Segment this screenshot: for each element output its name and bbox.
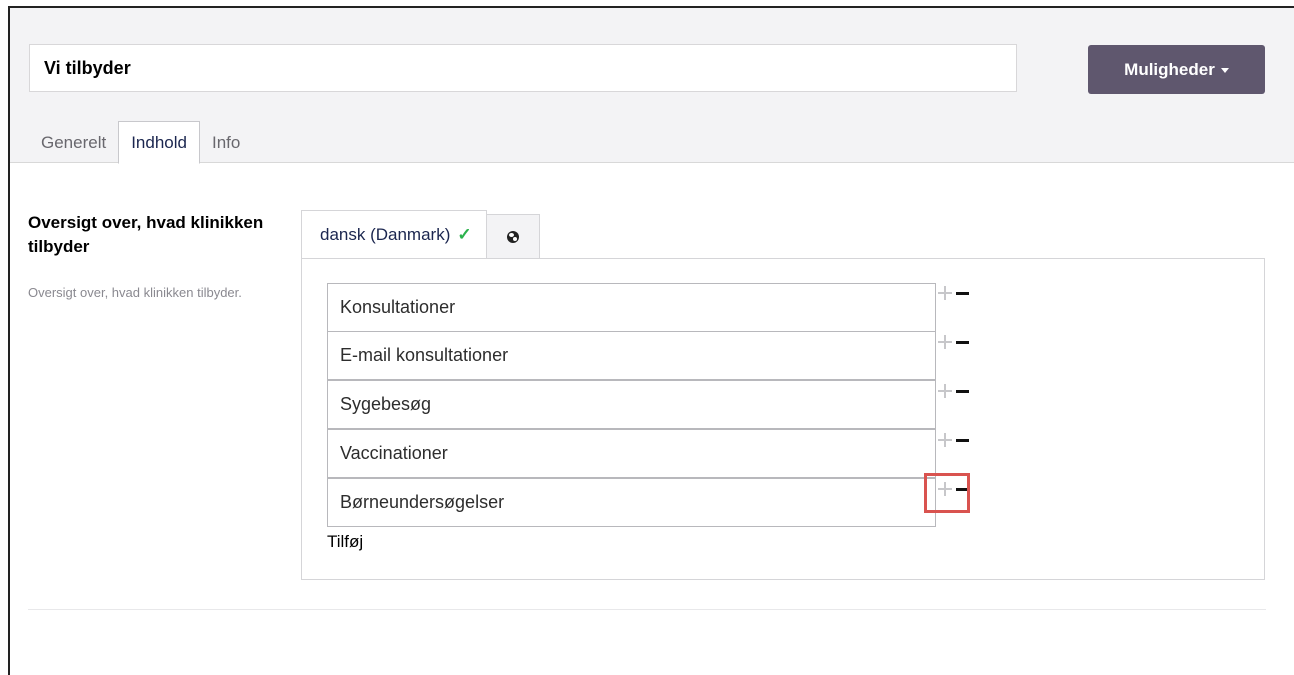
item-input[interactable]: Sygebesøg — [327, 380, 936, 429]
title-input[interactable]: Vi tilbyder — [29, 44, 1017, 92]
tab-info[interactable]: Info — [200, 122, 252, 163]
tab-indhold[interactable]: Indhold — [118, 121, 200, 164]
list-item: Sygebesøg — [327, 380, 969, 430]
language-tab-all[interactable] — [486, 214, 540, 258]
list-item: E-mail konsultationer — [327, 331, 969, 381]
list-item: Børneundersøgelser — [327, 473, 970, 528]
remove-icon[interactable] — [956, 439, 969, 442]
field-label: Oversigt over, hvad klinikken tilbyder — [28, 213, 264, 256]
item-input[interactable]: Vaccinationer — [327, 429, 936, 478]
remove-icon[interactable] — [956, 341, 969, 344]
remove-icon[interactable] — [956, 292, 969, 295]
move-icon[interactable] — [938, 384, 952, 398]
check-icon: ✓ — [457, 224, 472, 244]
highlight-box — [924, 473, 970, 513]
page-frame: Vi tilbyder Muligheder Generelt Indhold … — [8, 6, 1294, 675]
language-tabs: dansk (Danmark) ✓ — [301, 210, 540, 258]
field-description: Oversigt over, hvad klinikken tilbyder. — [28, 285, 242, 300]
item-list: Konsultationer E-mail konsultationer Syg… — [327, 283, 970, 528]
options-dropdown-button[interactable]: Muligheder — [1088, 45, 1265, 94]
move-icon[interactable] — [938, 335, 952, 349]
item-input[interactable]: Konsultationer — [327, 283, 936, 332]
tab-generelt[interactable]: Generelt — [29, 122, 118, 163]
language-tab-label: dansk (Danmark) — [320, 224, 451, 244]
content-box: Konsultationer E-mail konsultationer Syg… — [301, 258, 1265, 580]
header-area: Vi tilbyder Muligheder Generelt Indhold … — [10, 8, 1294, 164]
language-tab-danish[interactable]: dansk (Danmark) ✓ — [301, 210, 487, 258]
move-icon[interactable] — [938, 433, 952, 447]
tab-bar: Generelt Indhold Info — [29, 115, 252, 164]
globe-icon — [506, 230, 519, 243]
move-icon[interactable] — [938, 286, 952, 300]
add-item-link[interactable]: Tilføj — [327, 532, 363, 552]
item-input[interactable]: Børneundersøgelser — [327, 478, 936, 527]
list-item: Vaccinationer — [327, 429, 969, 479]
caret-down-icon — [1220, 68, 1229, 73]
list-item: Konsultationer — [327, 283, 969, 332]
options-button-label: Muligheder — [1124, 59, 1215, 79]
section-divider — [28, 609, 1266, 610]
remove-icon[interactable] — [956, 390, 969, 393]
item-input[interactable]: E-mail konsultationer — [327, 331, 936, 380]
